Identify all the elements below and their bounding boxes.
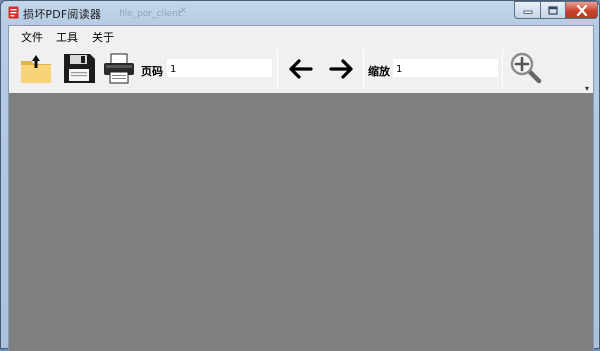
menu-about[interactable]: 关于 — [92, 29, 114, 45]
app-window: 损坏PDF阅读器 file_por_client × 文件 工具 关于 页码 1… — [0, 0, 600, 351]
toolbar-overflow-icon[interactable]: ▾ — [585, 84, 589, 93]
page-input[interactable] — [167, 59, 272, 77]
toolbar: 页码 缩放 — [9, 45, 593, 93]
minimize-icon — [523, 10, 532, 14]
folder-open-icon — [21, 55, 51, 83]
background-tab-label: file_por_client — [119, 9, 182, 19]
menu-bar: 文件 工具 关于 — [9, 26, 593, 45]
next-page-button[interactable] — [323, 50, 359, 86]
maximize-icon — [548, 5, 558, 15]
zoom-label: 缩放 — [368, 65, 390, 78]
printer-icon — [104, 53, 134, 84]
zoom-in-icon — [510, 52, 542, 84]
background-tab: file_por_client × — [91, 4, 187, 22]
arrow-left-icon — [289, 59, 313, 79]
toolbar-separator — [502, 49, 503, 89]
maximize-button[interactable] — [540, 1, 565, 19]
zoom-input[interactable] — [393, 59, 498, 77]
toolbar-separator — [363, 49, 364, 89]
floppy-save-icon — [64, 54, 95, 83]
close-button[interactable] — [565, 1, 598, 19]
prev-page-button[interactable] — [283, 50, 319, 86]
app-icon — [8, 6, 19, 19]
page-label: 页码 — [141, 65, 163, 78]
client-area: 文件 工具 关于 页码 1 缩放 1 ▾ — [8, 25, 594, 351]
print-button[interactable] — [101, 50, 137, 86]
zoom-in-button[interactable] — [508, 50, 544, 86]
minimize-button[interactable] — [514, 1, 540, 19]
menu-file[interactable]: 文件 — [21, 29, 43, 45]
title-bar[interactable]: 损坏PDF阅读器 file_por_client × — [1, 1, 599, 25]
close-icon — [576, 4, 587, 16]
menu-tools[interactable]: 工具 — [56, 29, 78, 45]
toolbar-separator — [277, 49, 278, 89]
background-tab-close-icon: × — [179, 5, 188, 16]
open-button[interactable] — [18, 50, 54, 86]
arrow-right-icon — [329, 59, 353, 79]
save-button[interactable] — [61, 50, 97, 86]
document-viewer[interactable] — [9, 93, 593, 351]
window-title: 损坏PDF阅读器 — [23, 8, 102, 21]
